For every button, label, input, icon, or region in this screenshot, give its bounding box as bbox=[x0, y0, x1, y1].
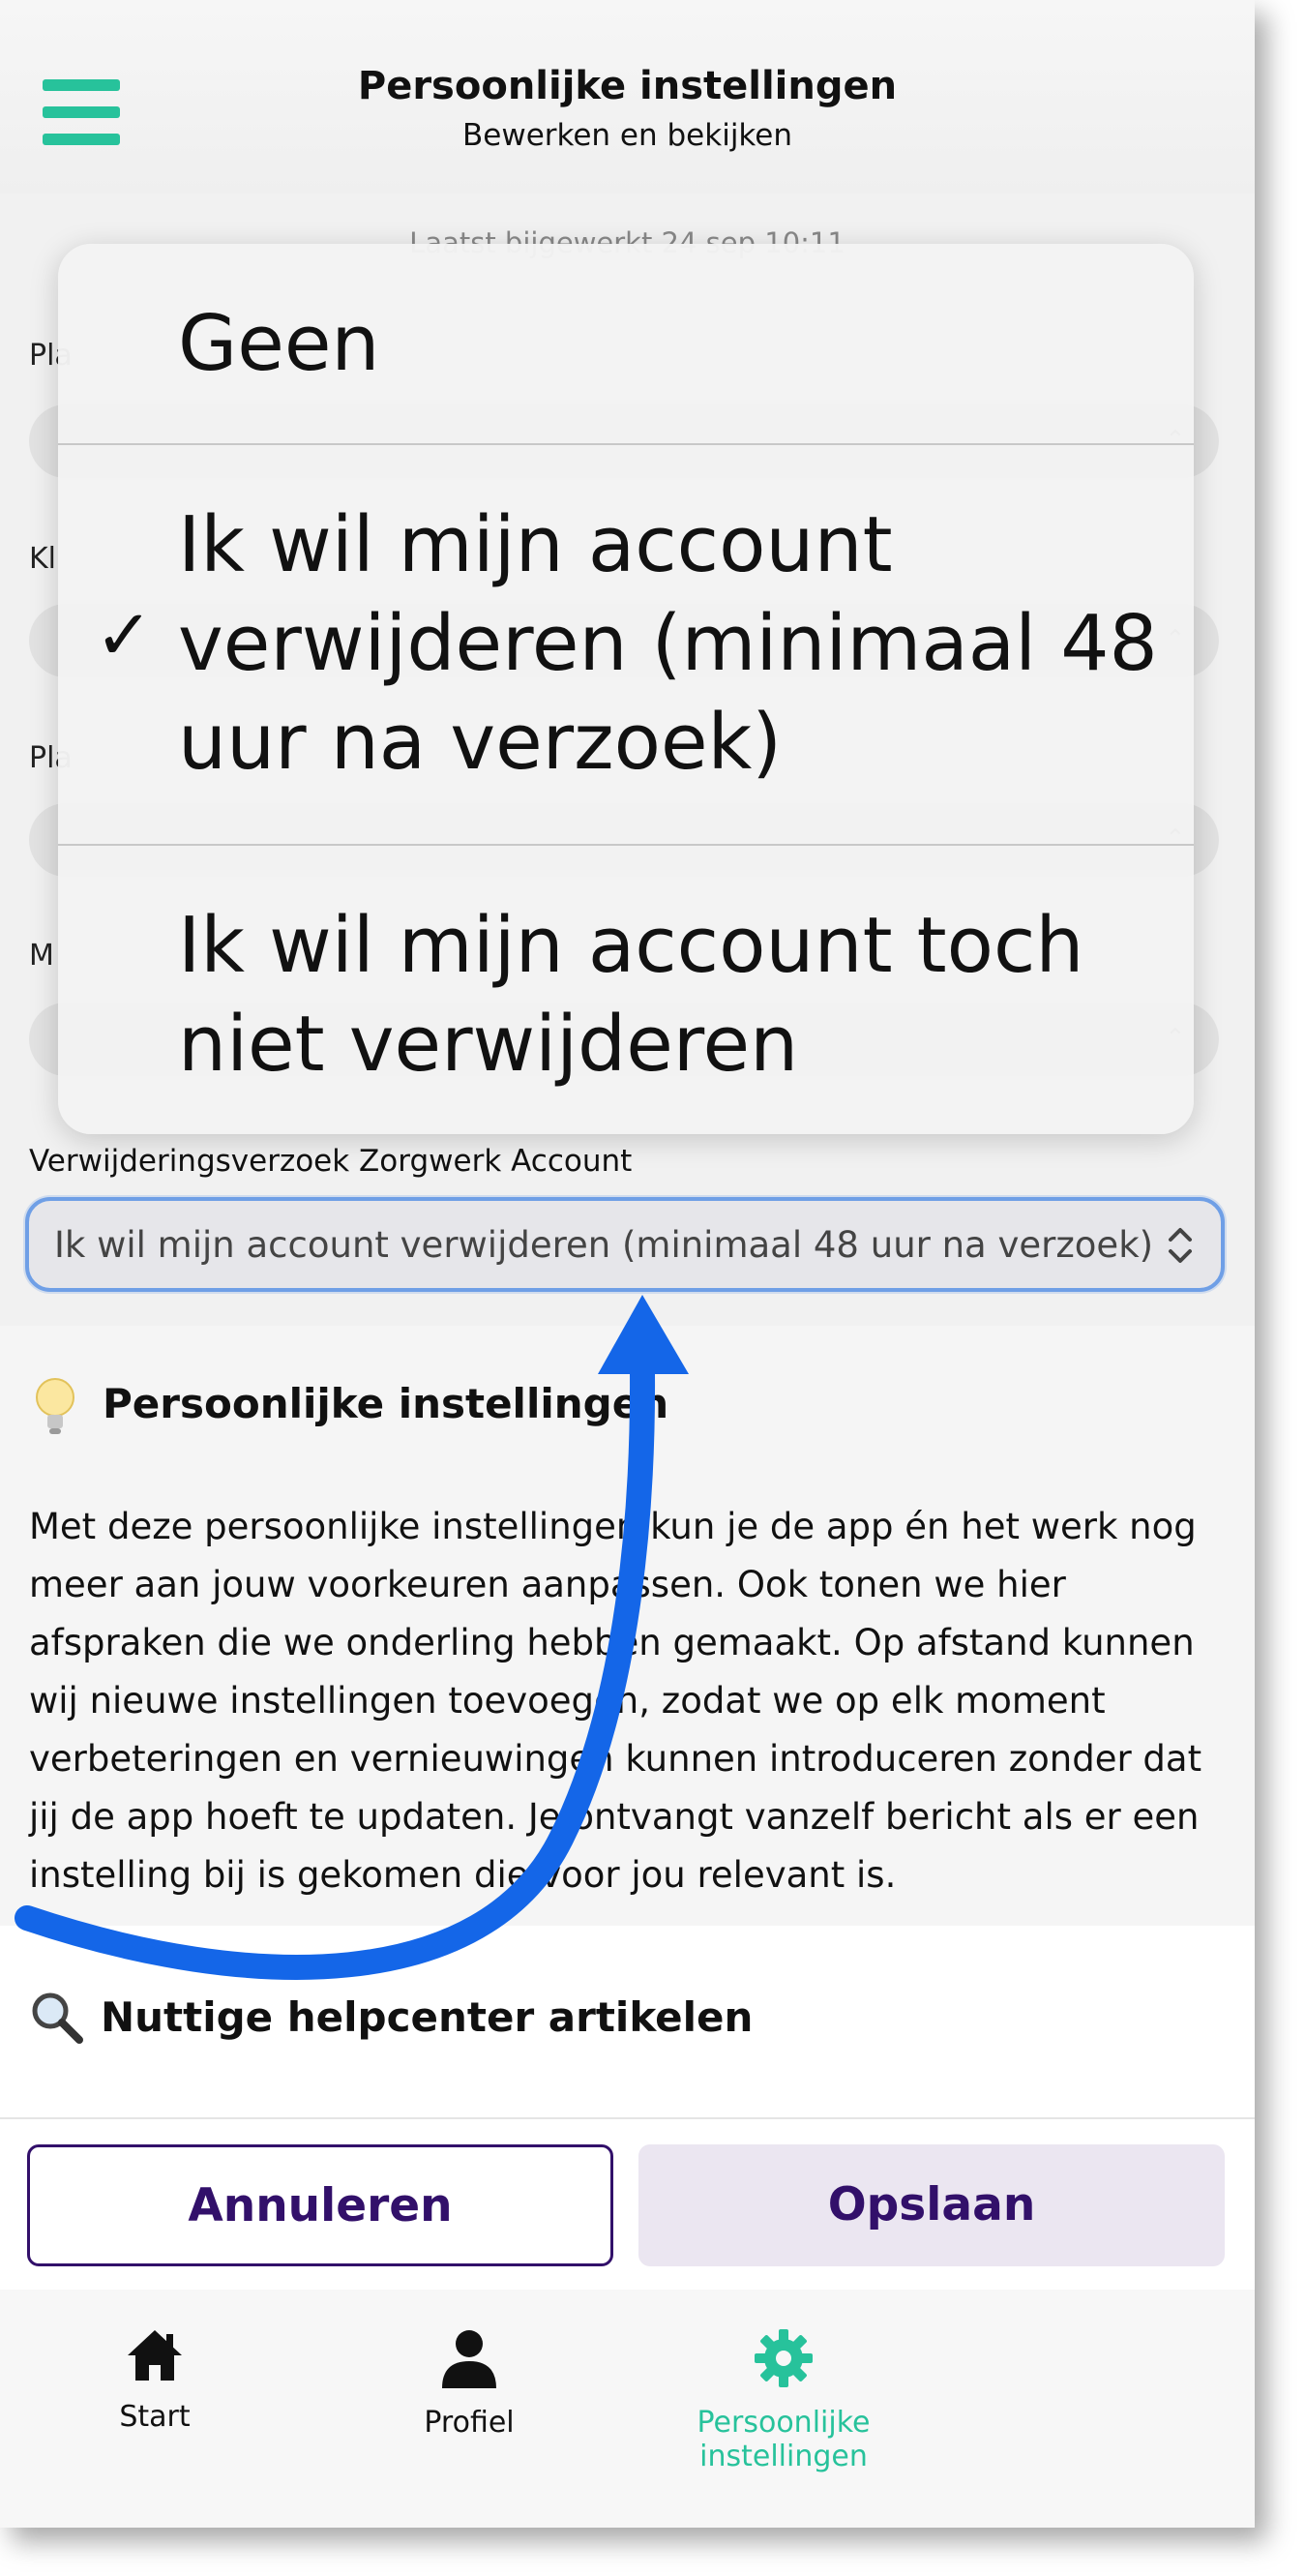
info-section: Persoonlijke instellingen Met deze perso… bbox=[0, 1326, 1255, 1926]
option-label: Ik wil mijn account toch niet verwijdere… bbox=[178, 901, 1084, 1089]
select-dropdown-menu: Geen ✓ Ik wil mijn account verwijderen (… bbox=[58, 244, 1194, 1134]
lightbulb-icon bbox=[36, 1378, 74, 1434]
option-delete-account[interactable]: ✓ Ik wil mijn account verwijderen (minim… bbox=[58, 445, 1194, 844]
deletion-request-select[interactable]: Ik wil mijn account verwijderen (minimaa… bbox=[25, 1197, 1225, 1292]
tab-label: Profiel bbox=[424, 2406, 515, 2440]
setting-label: M bbox=[29, 939, 54, 973]
gear-icon bbox=[755, 2329, 813, 2387]
select-arrows-icon bbox=[1169, 1228, 1192, 1263]
tab-label: Persoonlijke instellingen bbox=[697, 2406, 871, 2473]
tab-start[interactable]: Start bbox=[97, 2328, 213, 2434]
option-label: Ik wil mijn account verwijderen (minimaa… bbox=[178, 500, 1158, 787]
tab-label: Start bbox=[119, 2400, 191, 2434]
app-header: Persoonlijke instellingen Bewerken en be… bbox=[0, 0, 1255, 194]
info-title: Persoonlijke instellingen bbox=[103, 1380, 669, 1427]
tab-persoonlijke-instellingen[interactable]: Persoonlijke instellingen bbox=[619, 2328, 948, 2473]
home-icon bbox=[128, 2330, 182, 2381]
checkmark-icon: ✓ bbox=[95, 594, 154, 675]
save-button[interactable]: Opslaan bbox=[638, 2144, 1225, 2266]
cancel-button[interactable]: Annuleren bbox=[27, 2144, 613, 2266]
setting-label: Kl bbox=[29, 542, 57, 576]
info-text: Met deze persoonlijke instellingen kun j… bbox=[29, 1506, 1202, 1896]
person-icon bbox=[442, 2330, 496, 2388]
deletion-request-value: Ik wil mijn account verwijderen (minimaa… bbox=[54, 1224, 1154, 1266]
bottom-tab-bar: Start Profiel Persoonlijke instellingen bbox=[0, 2290, 1255, 2528]
help-title: Nuttige helpcenter artikelen bbox=[101, 1993, 754, 2041]
page-title: Persoonlijke instellingen bbox=[357, 64, 898, 108]
deletion-request-label: Verwijderingsverzoek Zorgwerk Account bbox=[29, 1144, 633, 1179]
option-keep-account[interactable]: Ik wil mijn account toch niet verwijdere… bbox=[58, 846, 1194, 1134]
option-label: Geen bbox=[178, 299, 380, 388]
magnifier-icon bbox=[32, 1992, 83, 2044]
help-section: Nuttige helpcenter artikelen bbox=[0, 1926, 1255, 2119]
tab-profiel[interactable]: Profiel bbox=[397, 2328, 542, 2440]
page-subtitle: Bewerken en bekijken bbox=[462, 118, 792, 153]
action-bar: Annuleren Opslaan bbox=[0, 2117, 1255, 2291]
option-geen[interactable]: Geen bbox=[58, 244, 1194, 443]
phone-screen: Persoonlijke instellingen Bewerken en be… bbox=[0, 0, 1255, 2528]
